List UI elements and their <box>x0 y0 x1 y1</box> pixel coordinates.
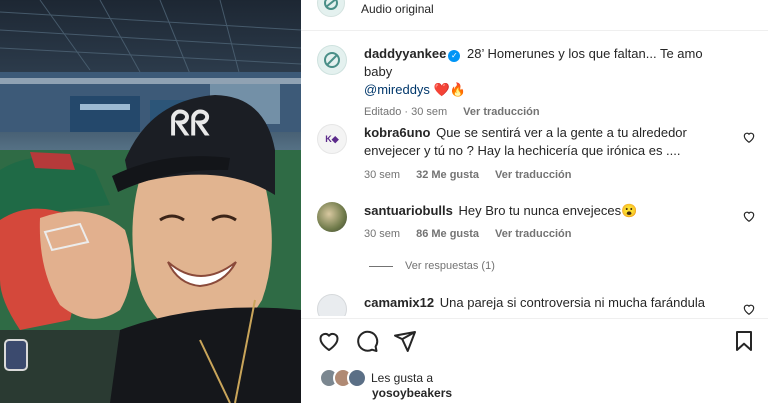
svg-text:ᖇᖇ: ᖇᖇ <box>170 105 210 143</box>
caption-meta: Editado · 30 sem Ver traducción <box>364 106 728 118</box>
comment-content: Una pareja si controversia ni mucha fará… <box>439 295 705 310</box>
comment-translate-link[interactable]: Ver traducción <box>495 169 571 181</box>
liked-by-prefix: Les gusta a <box>371 371 434 385</box>
comment-text: kobra6uno Que se sentirá ver a la gente … <box>364 124 728 160</box>
caption-avatar[interactable] <box>317 45 347 75</box>
comment-body: camamix12 Una pareja si controversia ni … <box>364 294 728 312</box>
comment-avatar[interactable] <box>317 202 347 232</box>
comment-username[interactable]: kobra6uno <box>364 125 430 140</box>
caption-body: daddyyankee ✓ 28’ Homerunes y los que fal… <box>364 45 728 118</box>
actions-divider <box>301 318 768 319</box>
paper-plane-icon[interactable] <box>393 329 417 353</box>
verified-badge-icon: ✓ <box>448 50 461 62</box>
comment-likes[interactable]: 86 Me gusta <box>416 228 479 240</box>
caption-username[interactable]: daddyyankee <box>364 46 446 61</box>
replies-divider-line <box>369 265 393 267</box>
liked-by-row[interactable]: Les gusta a <box>319 368 433 388</box>
small-heart-icon[interactable] <box>742 302 756 316</box>
comment-text: camamix12 Una pareja si controversia ni … <box>364 294 728 312</box>
kobra-logo-icon: K◆ <box>325 133 339 144</box>
profile-avatar-icon <box>324 52 340 68</box>
comment-content: Hey Bro tu nunca envejeces😮 <box>458 203 638 218</box>
caption-edited: Editado · 30 sem <box>364 106 448 118</box>
comment-username[interactable]: camamix12 <box>364 295 434 310</box>
caption-translate-link[interactable]: Ver traducción <box>463 106 539 118</box>
post-photo: ᖇᖇ <box>0 0 301 403</box>
profile-avatar-icon[interactable] <box>317 0 345 17</box>
header-divider <box>301 30 768 31</box>
comment-avatar[interactable]: K◆ <box>317 124 347 154</box>
liker-avatar <box>347 368 367 388</box>
comment-body: kobra6uno Que se sentirá ver a la gente … <box>364 124 728 181</box>
heart-icon[interactable] <box>317 329 341 353</box>
liked-by-username[interactable]: yosoybeakers <box>372 386 452 400</box>
comment-bubble-icon[interactable] <box>355 329 379 353</box>
small-heart-icon[interactable] <box>742 130 756 144</box>
comment-username[interactable]: santuariobulls <box>364 203 453 218</box>
comment-item: camamix12 Una pareja si controversia ni … <box>317 294 768 316</box>
audio-row[interactable]: Audio original <box>317 0 434 17</box>
small-heart-icon[interactable] <box>742 209 756 223</box>
caption-mention[interactable]: @mireddys <box>364 82 430 97</box>
post-action-bar <box>317 329 756 355</box>
post-detail-panel: Audio original daddyyankee ✓ 28’ Homerune… <box>301 0 768 403</box>
comment-translate-link[interactable]: Ver traducción <box>495 228 571 240</box>
comment-meta: 30 sem 86 Me gusta Ver traducción <box>364 228 728 240</box>
photo-illustration: ᖇᖇ <box>0 0 301 403</box>
comment-text: santuariobulls Hey Bro tu nunca envejece… <box>364 202 728 220</box>
liked-by-avatars <box>319 368 369 388</box>
audio-label[interactable]: Audio original <box>361 2 434 16</box>
view-replies-button[interactable]: Ver respuestas (1) <box>369 260 495 272</box>
comment-time: 30 sem <box>364 169 401 181</box>
caption-emojis: ❤️🔥 <box>433 82 466 97</box>
comment-avatar[interactable] <box>317 294 347 316</box>
caption-text: daddyyankee ✓ 28’ Homerunes y los que fal… <box>364 45 728 99</box>
comment-meta: 30 sem 32 Me gusta Ver traducción <box>364 169 728 181</box>
view-replies-label[interactable]: Ver respuestas (1) <box>405 260 495 272</box>
comment-likes[interactable]: 32 Me gusta <box>416 169 479 181</box>
comment-body: santuariobulls Hey Bro tu nunca envejece… <box>364 202 728 240</box>
comment-time: 30 sem <box>364 228 401 240</box>
bookmark-icon[interactable] <box>732 329 756 353</box>
